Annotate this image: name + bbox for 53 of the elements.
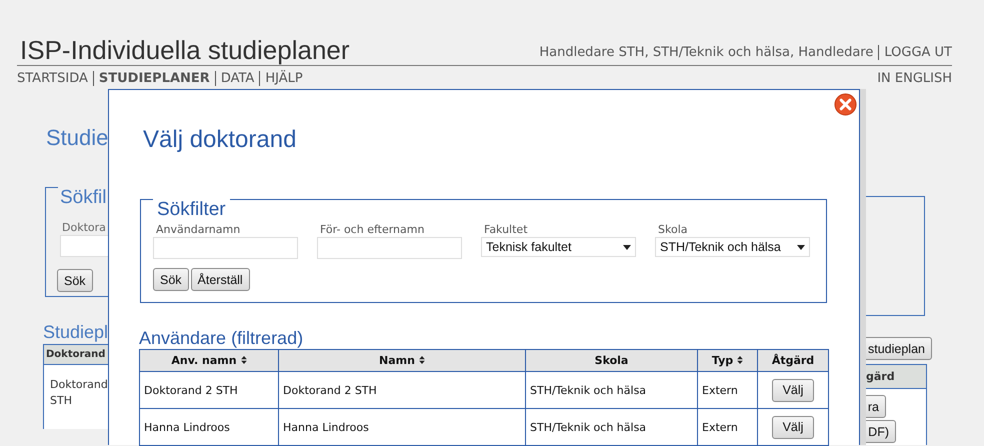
column-header: Åtgärd [758,350,828,372]
dialog-title: Välj doktorand [143,126,298,154]
table-cell: Hanna Lindroos [140,408,278,446]
table-cell: Doktorand 2 STH [140,372,278,408]
table-cell: Extern [698,372,758,408]
sort-icon[interactable] [737,356,744,364]
filter-button[interactable]: Sök [153,268,189,291]
input-field[interactable] [60,235,108,257]
column-header[interactable]: Anv. namn [140,350,278,372]
table-title: Användare (filtrerad) [139,328,304,349]
nav-link[interactable]: STUDIEPLANER [92,71,215,86]
section-heading: Studiepl [43,322,108,343]
nav-link[interactable]: HJÄLP [259,71,308,86]
column-header: Skola [526,350,698,372]
page-heading: Studie [46,125,108,151]
field-label: Doktora [62,221,107,234]
select-button[interactable]: Välj [772,416,814,438]
dropdown[interactable]: Teknisk fakultet [481,237,636,257]
nav-link[interactable]: DATA [214,71,260,86]
field-label: Fakultet [484,223,529,236]
search-button[interactable]: Sök [57,269,93,292]
scrollbar[interactable] [860,89,866,445]
caret-icon [797,244,805,250]
close-icon[interactable] [834,93,857,116]
input-field[interactable] [317,237,462,259]
column-header[interactable]: Namn [278,350,526,372]
dropdown[interactable]: STH/Teknik och hälsa [655,237,810,257]
table-cell: Hanna Lindroos [278,408,526,446]
language-link[interactable]: IN ENGLISH [877,71,952,89]
action-button[interactable]: ra [866,395,886,418]
field-label: Skola [658,223,688,236]
field-label: Användarnamn [156,223,242,236]
select-button[interactable]: Välj [772,378,814,402]
field-label: För- och efternamn [320,223,426,236]
input-field[interactable] [153,237,298,259]
user-info: Handledare STH, STH/Teknik och hälsa, Handledare [539,45,880,60]
table-cell: STH/Teknik och hälsa [526,408,698,446]
logout-link[interactable]: LOGGA UT [879,45,952,60]
filter-button[interactable]: Återställ [190,268,250,291]
table-header: gärd [866,365,926,389]
table-cell: Extern [698,408,758,446]
sort-icon[interactable] [240,356,247,364]
create-button[interactable]: studieplan [866,337,932,360]
table-cell: Doktorand 2 STH [278,372,526,408]
action-button[interactable]: DF) [866,420,896,443]
sort-icon[interactable] [418,356,425,364]
column-header[interactable]: Typ [698,350,758,372]
caret-icon [623,244,631,250]
nav-link[interactable]: STARTSIDA [17,71,93,86]
app-title: ISP-Individuella studieplaner [19,35,350,65]
table-header: Doktorand [43,344,108,365]
table-cell: STH/Teknik och hälsa [526,372,698,408]
table-cell: Doktorand STH [43,365,108,429]
